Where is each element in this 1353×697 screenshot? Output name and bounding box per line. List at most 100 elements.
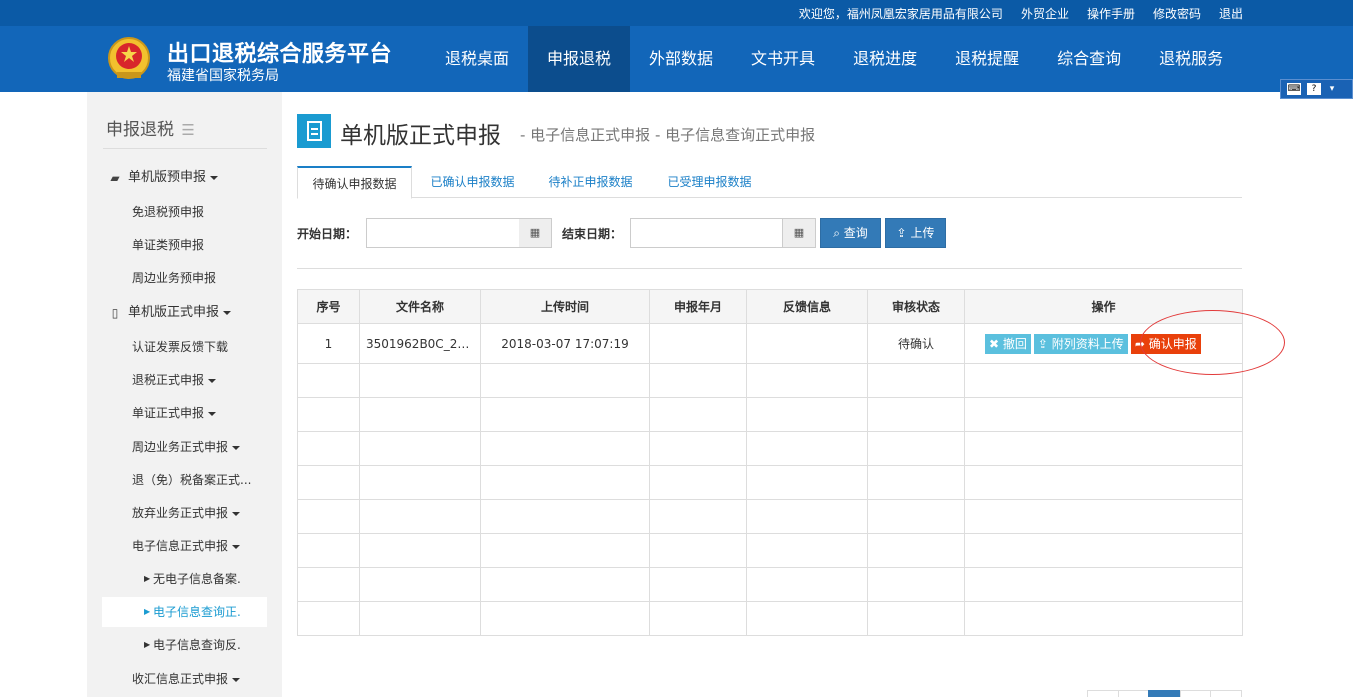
- nav-documents[interactable]: 文书开具: [732, 26, 834, 92]
- table-row: [297, 567, 1243, 602]
- sidebar-item-no-einfo-filing[interactable]: ▶ 无电子信息备案.: [87, 564, 282, 594]
- upload-icon: ⇪: [1037, 336, 1048, 351]
- help-icon[interactable]: ?: [1307, 83, 1321, 95]
- input-method-widget[interactable]: ⌨ ? ▾: [1280, 79, 1353, 99]
- nav-refund-service[interactable]: 退税服务: [1140, 26, 1242, 92]
- top-bar: 欢迎您，福州凤凰宏家居用品有限公司 外贸企业 操作手册 修改密码 退出 ⤢: [0, 0, 1353, 26]
- divider: [297, 268, 1242, 269]
- pager-next[interactable]: [1210, 690, 1242, 697]
- sidebar-item-peripheral-pre[interactable]: 周边业务预申报: [87, 263, 282, 293]
- revoke-button[interactable]: ✖ 撤回: [985, 333, 1031, 354]
- sidebar-item-remittance-formal[interactable]: 收汇信息正式申报: [87, 664, 282, 694]
- sidebar-item-refund-formal[interactable]: 退税正式申报: [87, 365, 282, 395]
- nav-declare-refund[interactable]: 申报退税: [528, 26, 631, 92]
- menu-icon[interactable]: ☰: [181, 121, 194, 139]
- file-icon: ▯: [111, 306, 119, 320]
- cell-feedback: [746, 323, 868, 364]
- caret-down-icon: [210, 175, 219, 180]
- table-row: [297, 431, 1243, 466]
- tab-pending-confirm[interactable]: 待确认申报数据: [297, 166, 412, 199]
- table-row: 1 3501962B0C_20... 2018-03-07 17:07:19 待…: [297, 323, 1243, 364]
- declaration-table: 序号 文件名称 上传时间 申报年月 反馈信息 审核状态 操作 1 3501962…: [297, 289, 1243, 636]
- caret-right-icon: ▶: [144, 640, 151, 649]
- highlight-annotation: [1140, 310, 1285, 375]
- sidebar-item-einfo-formal[interactable]: 电子信息正式申报: [87, 531, 282, 561]
- table-header-row: 序号 文件名称 上传时间 申报年月 反馈信息 审核状态 操作: [297, 289, 1243, 324]
- table-row: [297, 465, 1243, 500]
- cell-period: [649, 323, 747, 364]
- start-date-input[interactable]: [366, 218, 521, 248]
- start-date-label: 开始日期：: [297, 227, 358, 241]
- cell-no: 1: [297, 323, 360, 364]
- link-manual[interactable]: 操作手册: [1087, 5, 1135, 22]
- breadcrumb: - 电子信息正式申报 - 电子信息查询正式申报: [520, 126, 816, 144]
- pager-page[interactable]: [1180, 690, 1211, 697]
- caret-down-icon: [208, 411, 217, 416]
- nav-external-data[interactable]: 外部数据: [630, 26, 732, 92]
- document-icon: [297, 114, 331, 148]
- top-links: 欢迎您，福州凤凰宏家居用品有限公司 外贸企业 操作手册 修改密码 退出: [799, 0, 1243, 26]
- sidebar-item-voucher-pre[interactable]: 单证类预申报: [87, 230, 282, 260]
- link-change-password[interactable]: 修改密码: [1153, 5, 1201, 22]
- calendar-icon[interactable]: ▦: [783, 218, 816, 248]
- caret-down-icon: [223, 310, 232, 315]
- header: 出口退税综合服务平台 福建省国家税务局 退税桌面 申报退税 外部数据 文书开具 …: [0, 26, 1353, 92]
- sidebar-item-voucher-formal[interactable]: 单证正式申报: [87, 398, 282, 428]
- col-header-feedback: 反馈信息: [746, 289, 868, 324]
- cell-upload-time: 2018-03-07 17:07:19: [480, 323, 650, 364]
- cell-status: 待确认: [867, 323, 965, 364]
- caret-down-icon: [232, 445, 241, 450]
- col-header-upload-time: 上传时间: [480, 289, 650, 324]
- fullscreen-icon[interactable]: ⤢: [1230, 5, 1244, 19]
- pager-prev[interactable]: [1087, 690, 1119, 697]
- nav-tax-desktop[interactable]: 退税桌面: [426, 26, 528, 92]
- sidebar-item-peripheral-formal[interactable]: 周边业务正式申报: [87, 432, 282, 462]
- sidebar-item-pre-declare[interactable]: ▰ 单机版预申报: [87, 163, 282, 193]
- tax-emblem-logo: [108, 37, 150, 79]
- caret-down-icon: [232, 511, 241, 516]
- table-row: [297, 499, 1243, 534]
- sidebar-item-invoice-feedback[interactable]: 认证发票反馈下载: [87, 332, 282, 362]
- tab-confirmed[interactable]: 已确认申报数据: [415, 166, 530, 198]
- sidebar-item-exempt-pre[interactable]: 免退税预申报: [87, 197, 282, 227]
- col-header-file: 文件名称: [359, 289, 481, 324]
- main-nav: 退税桌面 申报退税 外部数据 文书开具 退税进度 退税提醒 综合查询 退税服务: [426, 26, 1242, 92]
- sidebar-item-einfo-query-formal[interactable]: ▶ 电子信息查询正.: [102, 597, 267, 627]
- query-button[interactable]: ⌕ 查询: [820, 218, 881, 248]
- attach-upload-button[interactable]: ⇪ 附列资料上传: [1033, 333, 1128, 354]
- col-header-no: 序号: [297, 289, 360, 324]
- platform-title: 出口退税综合服务平台: [167, 42, 393, 67]
- col-header-period: 申报年月: [649, 289, 747, 324]
- upload-button[interactable]: ⇪ 上传: [885, 218, 946, 248]
- nav-refund-progress[interactable]: 退税进度: [834, 26, 936, 92]
- nav-refund-reminder[interactable]: 退税提醒: [936, 26, 1038, 92]
- tab-bar: 待确认申报数据 已确认申报数据 待补正申报数据 已受理申报数据: [297, 166, 1242, 199]
- link-foreign-trade[interactable]: 外贸企业: [1021, 5, 1069, 22]
- pager-page[interactable]: [1118, 690, 1149, 697]
- cell-file: 3501962B0C_20...: [359, 323, 481, 364]
- chevron-down-icon[interactable]: ▾: [1327, 83, 1337, 95]
- calendar-icon[interactable]: ▦: [519, 218, 552, 248]
- table-row: [297, 363, 1243, 398]
- end-date-input[interactable]: [630, 218, 783, 248]
- keyboard-icon[interactable]: ⌨: [1287, 83, 1301, 95]
- sidebar-item-einfo-query-feedback[interactable]: ▶ 电子信息查询反.: [87, 630, 282, 660]
- caret-right-icon: ▶: [144, 574, 151, 583]
- caret-down-icon: [208, 378, 217, 383]
- tab-pending-correction[interactable]: 待补正申报数据: [533, 166, 648, 198]
- sidebar-item-filing-formal[interactable]: 退（免）税备案正式...: [87, 465, 282, 495]
- briefcase-icon: ▰: [110, 171, 120, 185]
- table-row: [297, 601, 1243, 636]
- welcome-text: 欢迎您，福州凤凰宏家居用品有限公司: [798, 6, 1003, 21]
- close-icon: ✖: [989, 336, 1000, 351]
- sidebar: 申报退税 ☰ ▰ 单机版预申报 免退税预申报 单证类预申报 周边业务预申报 ▯ …: [87, 92, 282, 697]
- sidebar-item-formal-declare[interactable]: ▯ 单机版正式申报: [87, 298, 282, 328]
- col-header-status: 审核状态: [867, 289, 965, 324]
- pager-current[interactable]: [1148, 690, 1181, 697]
- caret-right-icon: ▶: [144, 607, 151, 616]
- tab-accepted[interactable]: 已受理申报数据: [652, 166, 767, 198]
- page-title: 单机版正式申报: [340, 123, 501, 149]
- divider: [103, 148, 267, 149]
- sidebar-item-abandon-formal[interactable]: 放弃业务正式申报: [87, 498, 282, 528]
- nav-query[interactable]: 综合查询: [1038, 26, 1140, 92]
